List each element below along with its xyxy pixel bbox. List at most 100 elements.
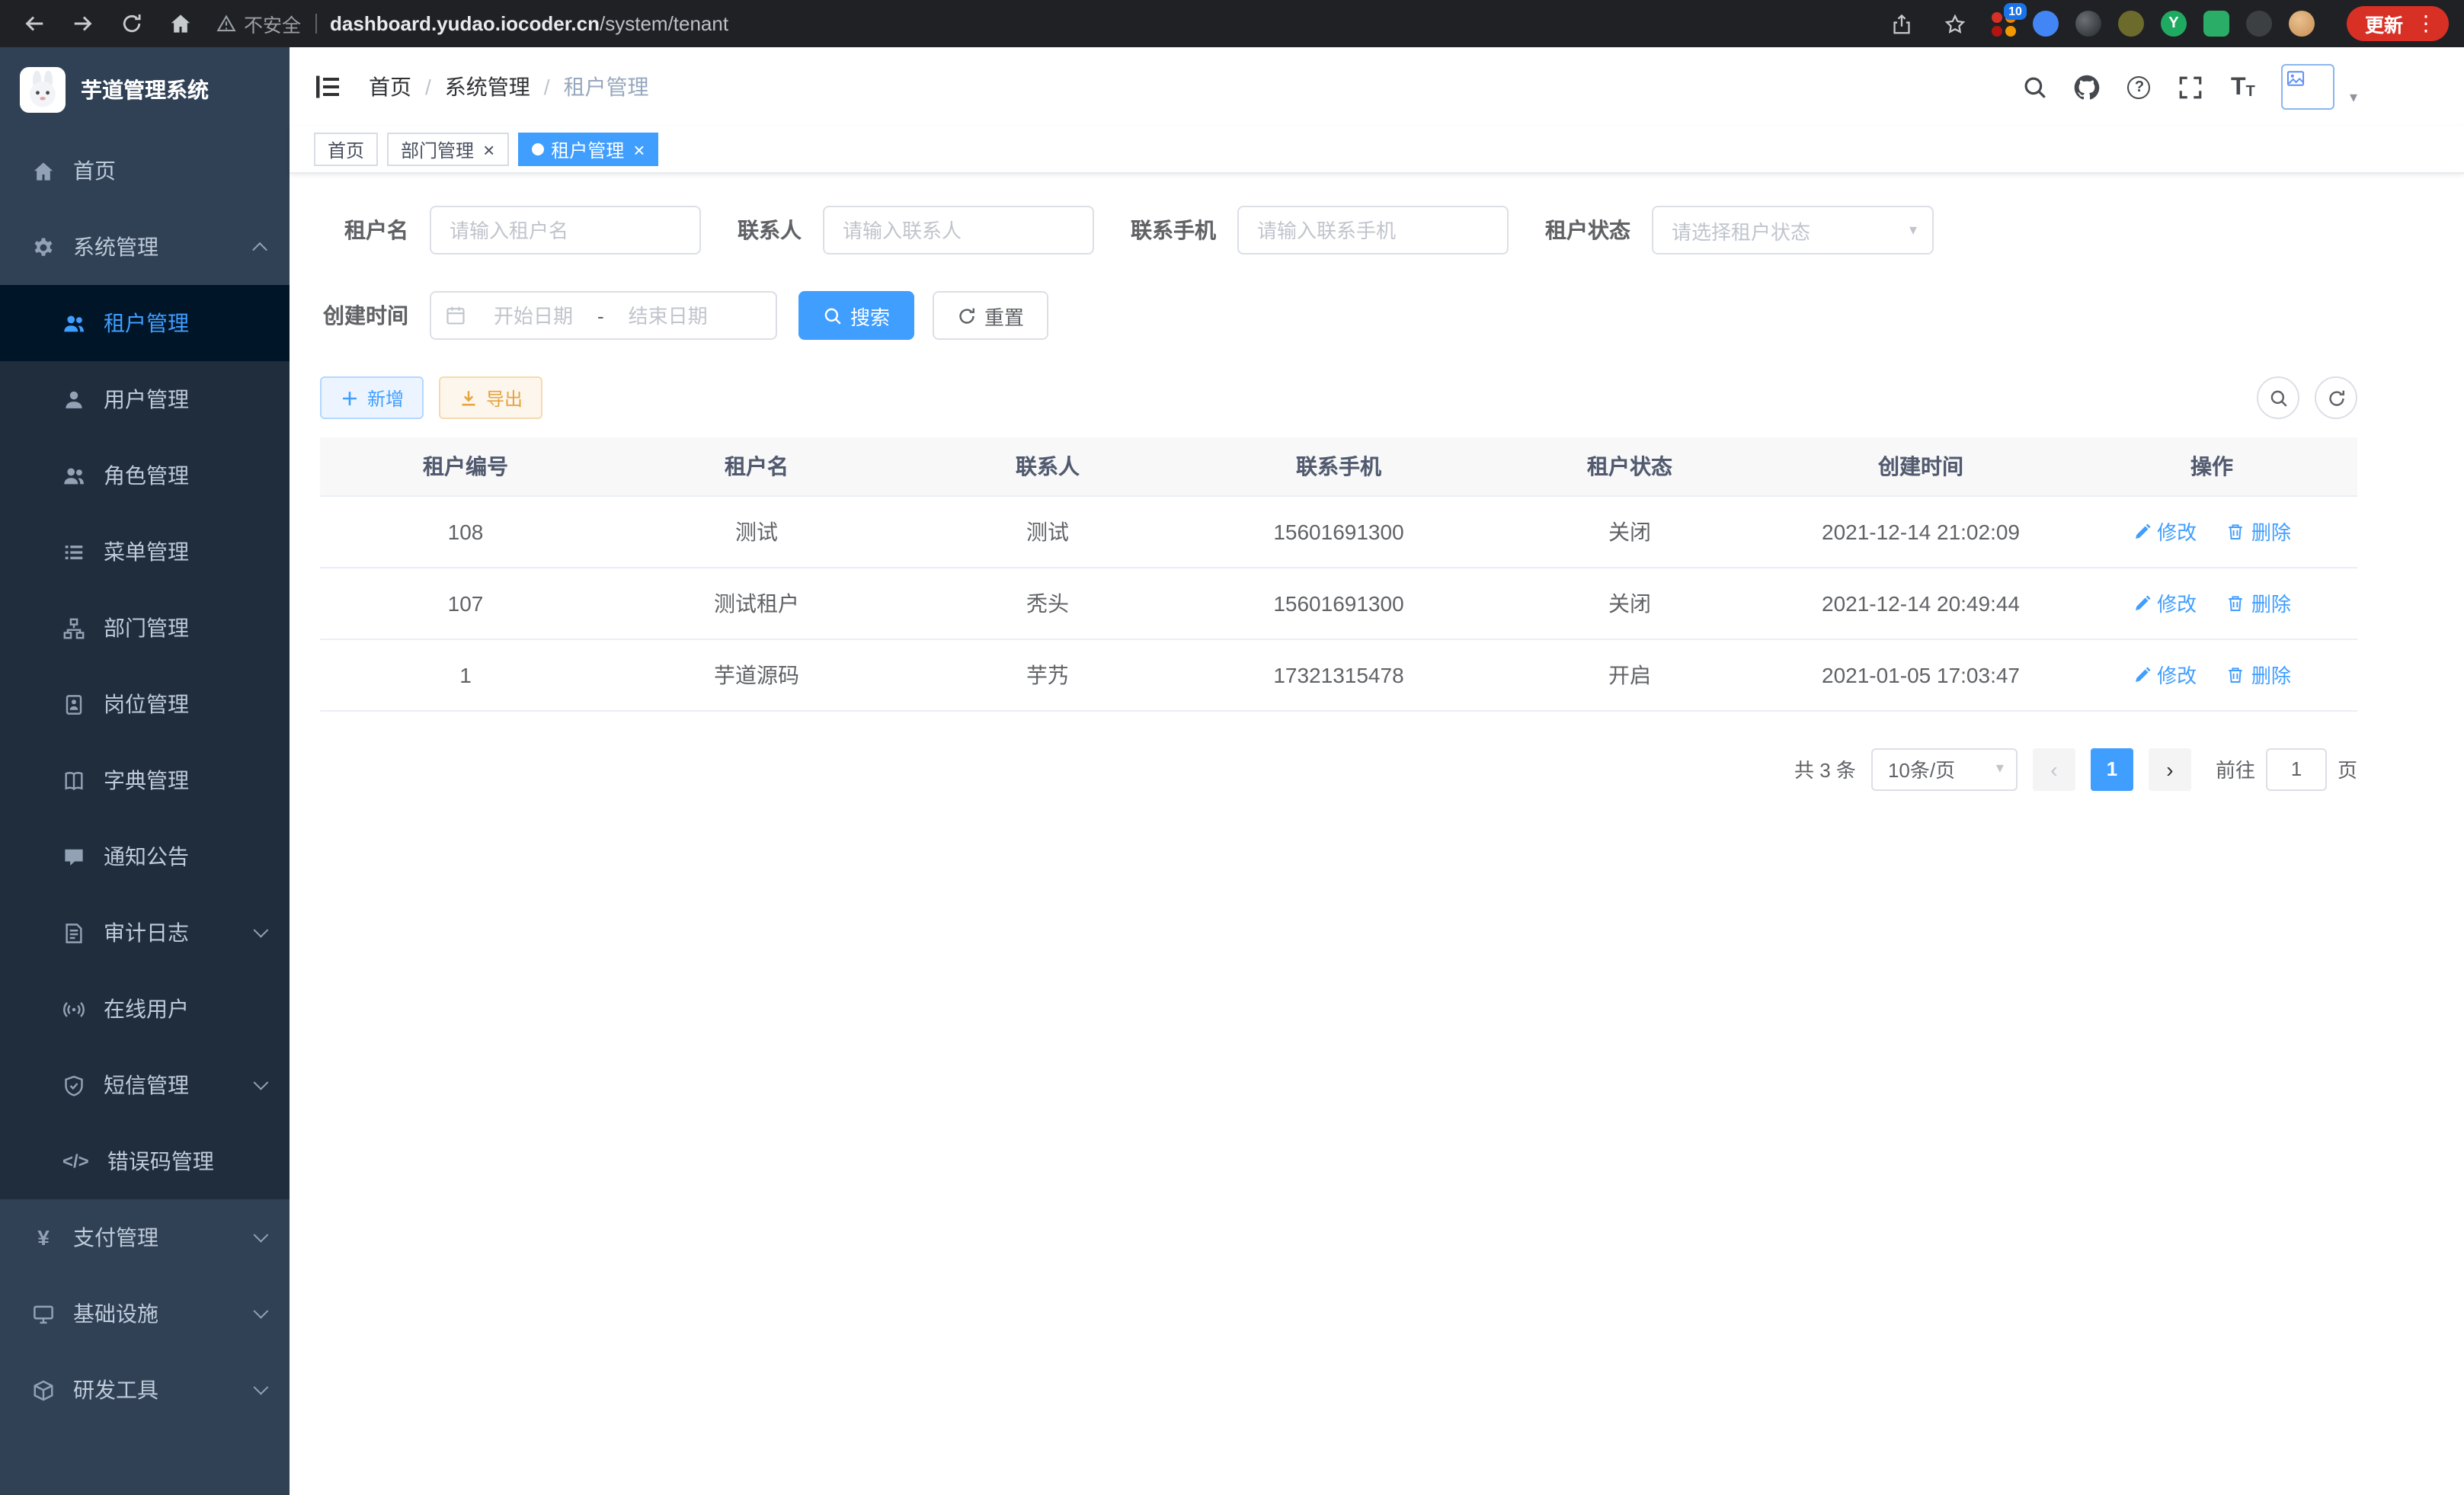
extension-globe-icon[interactable] xyxy=(2075,11,2101,37)
extension-paw-icon[interactable] xyxy=(2246,11,2272,37)
cell-status: 关闭 xyxy=(1484,495,1775,567)
bookmark-star-icon[interactable] xyxy=(1937,5,1973,42)
edit-link[interactable]: 修改 xyxy=(2133,588,2197,617)
sidebar-item-system[interactable]: 系统管理 xyxy=(0,209,290,285)
profile-avatar-icon[interactable] xyxy=(2289,11,2315,37)
sidebar-item-notice[interactable]: 通知公告 xyxy=(0,818,290,895)
page-unit-label: 页 xyxy=(2338,754,2357,783)
sms-shield-icon xyxy=(62,1074,85,1096)
status-select[interactable]: 请选择租户状态 ▾ xyxy=(1652,206,1934,255)
help-question-icon[interactable]: ? xyxy=(2126,73,2153,101)
sidebar-item-home[interactable]: 首页 xyxy=(0,133,290,209)
contact-input[interactable] xyxy=(823,206,1094,255)
add-button[interactable]: 新增 xyxy=(320,376,424,419)
reload-icon[interactable] xyxy=(113,5,149,42)
sidebar-item-label: 在线用户 xyxy=(104,994,189,1024)
sidebar-item-menu[interactable]: 菜单管理 xyxy=(0,514,290,590)
fullscreen-icon[interactable] xyxy=(2178,73,2205,101)
screen: 不安全 dashboard.yudao.iocoder.cn/system/te… xyxy=(0,0,2464,1495)
tenant-name-input[interactable] xyxy=(430,206,701,255)
extension-blue-icon[interactable] xyxy=(2033,11,2059,37)
col-header-actions: 操作 xyxy=(2066,437,2357,495)
extension-olive-icon[interactable] xyxy=(2118,11,2144,37)
delete-link[interactable]: 删除 xyxy=(2227,517,2291,546)
sidebar-item-post[interactable]: 岗位管理 xyxy=(0,666,290,742)
next-page-button[interactable]: › xyxy=(2149,748,2191,790)
address-bar[interactable]: 不安全 dashboard.yudao.iocoder.cn/system/te… xyxy=(198,5,1883,42)
tag-close-icon[interactable]: × xyxy=(633,139,645,159)
breadcrumb-item[interactable]: 首页 xyxy=(369,72,411,102)
download-icon xyxy=(459,388,478,408)
sidebar-item-payment[interactable]: ¥ 支付管理 xyxy=(0,1199,290,1276)
date-range-picker[interactable]: - xyxy=(430,291,777,340)
search-icon[interactable] xyxy=(2022,73,2050,101)
delete-link[interactable]: 删除 xyxy=(2227,588,2291,617)
delete-link[interactable]: 删除 xyxy=(2227,660,2291,689)
sidebar-item-user[interactable]: 用户管理 xyxy=(0,361,290,437)
col-header-status: 租户状态 xyxy=(1484,437,1775,495)
sidebar-item-infrastructure[interactable]: 基础设施 xyxy=(0,1276,290,1352)
refresh-table-button[interactable] xyxy=(2315,376,2357,419)
toggle-search-button[interactable] xyxy=(2257,376,2299,419)
reset-button-label: 重置 xyxy=(984,301,1024,330)
sidebar-item-dept[interactable]: 部门管理 xyxy=(0,590,290,666)
search-button[interactable]: 搜索 xyxy=(798,291,914,340)
tag-dept[interactable]: 部门管理 × xyxy=(387,133,508,166)
phone-input[interactable] xyxy=(1237,206,1509,255)
user-icon xyxy=(62,388,85,411)
avatar-caret-down-icon[interactable]: ▾ xyxy=(2350,90,2357,110)
sidebar-item-errorcode[interactable]: </> 错误码管理 xyxy=(0,1123,290,1199)
forward-icon[interactable] xyxy=(64,5,101,42)
extension-letter: Y xyxy=(2161,11,2187,37)
tenant-name-label: 租户名 xyxy=(320,215,408,245)
sidebar-item-sms[interactable]: 短信管理 xyxy=(0,1047,290,1123)
page-number-1[interactable]: 1 xyxy=(2091,748,2133,790)
tag-tenant[interactable]: 租户管理 × xyxy=(517,133,658,166)
page-size-select[interactable]: 10条/页 ▾ xyxy=(1871,748,2018,790)
date-start-input[interactable] xyxy=(472,304,594,327)
sidebar-item-tenant[interactable]: 租户管理 xyxy=(0,285,290,361)
edit-label: 修改 xyxy=(2157,660,2197,689)
extension-wechat-icon[interactable] xyxy=(2203,11,2229,37)
share-icon[interactable] xyxy=(1883,5,1920,42)
goto-page-input[interactable] xyxy=(2266,748,2327,790)
prev-page-button[interactable]: ‹ xyxy=(2033,748,2075,790)
export-button[interactable]: 导出 xyxy=(439,376,542,419)
reset-button[interactable]: 重置 xyxy=(933,291,1048,340)
extension-dots-icon[interactable]: 10 xyxy=(1990,11,2016,37)
browser-menu-kebab-icon[interactable]: ⋮ xyxy=(2411,11,2441,37)
pagination-total: 共 3 条 xyxy=(1794,754,1856,783)
edit-link[interactable]: 修改 xyxy=(2133,660,2197,689)
back-icon[interactable] xyxy=(15,5,52,42)
browser-home-icon[interactable] xyxy=(162,5,198,42)
sidebar-item-devtools[interactable]: 研发工具 xyxy=(0,1352,290,1428)
sidebar-item-label: 首页 xyxy=(73,155,116,186)
sidebar-item-online[interactable]: 在线用户 xyxy=(0,971,290,1047)
user-avatar[interactable] xyxy=(2281,64,2334,110)
sidebar-item-label: 研发工具 xyxy=(73,1375,158,1405)
cell-status: 开启 xyxy=(1484,639,1775,710)
sidebar-item-audit[interactable]: 审计日志 xyxy=(0,895,290,971)
extension-y-icon[interactable]: Y xyxy=(2161,11,2187,37)
update-button[interactable]: 更新 ⋮ xyxy=(2347,6,2449,41)
breadcrumb-item[interactable]: 系统管理 xyxy=(445,72,530,102)
tag-label: 租户管理 xyxy=(551,136,624,162)
github-icon[interactable] xyxy=(2074,73,2101,101)
sidebar-item-dict[interactable]: 字典管理 xyxy=(0,742,290,818)
tag-label: 部门管理 xyxy=(401,136,474,162)
date-end-input[interactable] xyxy=(607,304,729,327)
col-header-contact: 联系人 xyxy=(902,437,1193,495)
font-size-icon[interactable]: TT xyxy=(2229,73,2257,101)
tag-close-icon[interactable]: × xyxy=(483,139,494,159)
chevron-down-icon xyxy=(254,1074,269,1090)
collapse-sidebar-icon[interactable] xyxy=(312,72,343,102)
logo: 芋道管理系统 xyxy=(0,47,290,133)
next-arrow-icon: › xyxy=(2166,757,2173,781)
edit-link[interactable]: 修改 xyxy=(2133,517,2197,546)
broken-image-icon xyxy=(2286,69,2306,88)
sidebar-item-role[interactable]: 角色管理 xyxy=(0,437,290,514)
add-button-label: 新增 xyxy=(367,385,404,411)
edit-label: 修改 xyxy=(2157,517,2197,546)
chevron-down-icon xyxy=(254,1379,269,1394)
tag-home[interactable]: 首页 xyxy=(314,133,378,166)
